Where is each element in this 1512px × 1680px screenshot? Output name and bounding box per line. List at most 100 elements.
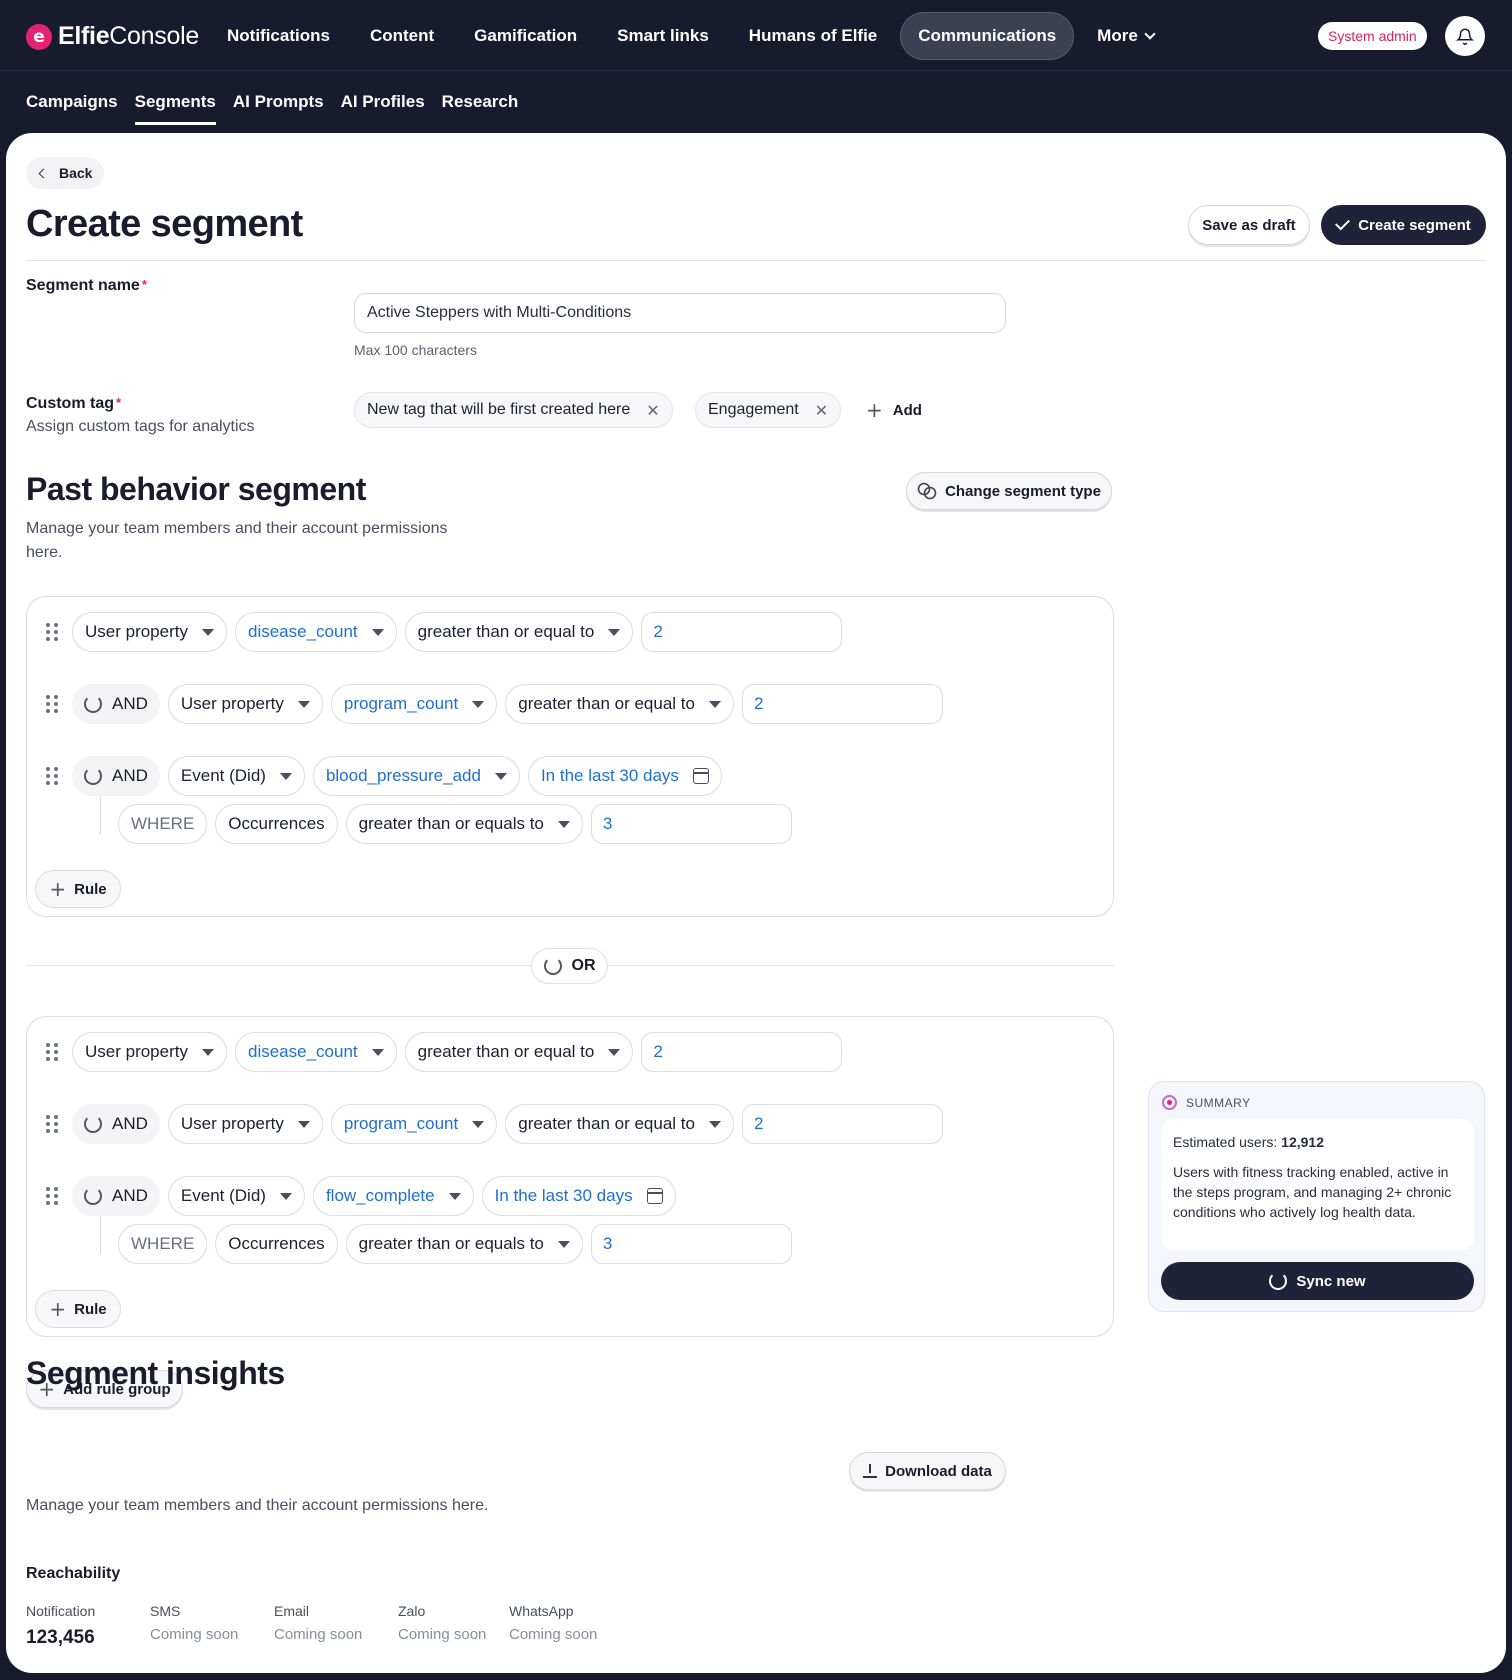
where-row: WHERE Occurrences greater than or equals…	[118, 804, 792, 844]
summary-heading: SUMMARY	[1186, 1095, 1251, 1110]
operator-select[interactable]: greater than or equal to	[404, 612, 634, 652]
drag-handle-icon[interactable]	[40, 1043, 64, 1061]
sync-new-button[interactable]: Sync new	[1161, 1262, 1474, 1300]
where-field-select[interactable]: Occurrences	[215, 1224, 338, 1264]
caret-down-icon	[297, 700, 310, 708]
where-operator-select[interactable]: greater than or equals to	[345, 1224, 583, 1264]
notifications-button[interactable]	[1445, 16, 1485, 56]
nav-item-more[interactable]: More	[1080, 12, 1171, 60]
rule-type-select[interactable]: User property	[72, 612, 227, 652]
summary-panel: SUMMARY Estimated users: 12,912 Users wi…	[1148, 1081, 1485, 1312]
caret-down-icon	[557, 820, 570, 828]
logic-toggle[interactable]: AND	[72, 756, 160, 796]
tag-label: Engagement	[708, 401, 799, 418]
download-data-button[interactable]: Download data	[849, 1452, 1006, 1490]
tab-segments[interactable]: Segments	[134, 92, 216, 125]
behavior-section-description: Manage your team members and their accou…	[26, 520, 448, 561]
tab-ai-prompts[interactable]: AI Prompts	[233, 92, 324, 125]
logic-toggle[interactable]: AND	[72, 1176, 160, 1216]
drag-handle-icon[interactable]	[40, 767, 64, 785]
operator-select[interactable]: greater than or equal to	[505, 684, 734, 724]
property-select[interactable]: disease_count	[234, 612, 397, 652]
caret-down-icon	[448, 1192, 461, 1200]
tab-campaigns[interactable]: Campaigns	[26, 92, 118, 125]
channel-status: Coming soon	[398, 1626, 487, 1643]
time-range-select[interactable]: In the last 30 days	[527, 756, 722, 796]
nav-item-communications[interactable]: Communications	[900, 12, 1075, 60]
caret-down-icon	[371, 1048, 384, 1056]
add-rule-button[interactable]: + Rule	[35, 1290, 121, 1328]
rule-value-input[interactable]: 2	[741, 1104, 943, 1144]
sync-icon	[1269, 1272, 1288, 1290]
caret-down-icon	[708, 1120, 721, 1128]
create-segment-button[interactable]: Create segment	[1321, 205, 1486, 245]
brand-name-light: Console	[109, 22, 199, 50]
back-button[interactable]: Back	[26, 157, 105, 189]
add-rule-button[interactable]: + Rule	[35, 870, 121, 908]
custom-tag-sublabel: Assign custom tags for analytics	[26, 418, 255, 435]
property-select[interactable]: disease_count	[234, 1032, 397, 1072]
time-range-select[interactable]: In the last 30 days	[481, 1176, 676, 1216]
chevron-down-icon	[1144, 27, 1156, 40]
operator-select[interactable]: greater than or equal to	[505, 1104, 734, 1144]
logic-toggle[interactable]: AND	[72, 684, 160, 724]
switch-logic-icon	[84, 1115, 102, 1133]
event-select[interactable]: blood_pressure_add	[312, 756, 520, 796]
add-tag-label: Add	[892, 401, 922, 419]
summary-body: Estimated users: 12,912 Users with fitne…	[1161, 1119, 1474, 1250]
rule-type-select[interactable]: User property	[167, 1104, 323, 1144]
custom-tag-label: Custom tag *	[26, 395, 122, 412]
brand-logo[interactable]: e ElfieConsole	[26, 22, 199, 51]
add-rule-label: Rule	[74, 1300, 107, 1318]
caret-down-icon	[472, 700, 485, 708]
where-value-input[interactable]: 3	[590, 1224, 792, 1264]
property-select[interactable]: program_count	[330, 1104, 498, 1144]
reachability-label: Reachability	[26, 1565, 121, 1582]
nav-item-humans-of-elfie[interactable]: Humans of Elfie	[732, 12, 894, 60]
segment-name-input[interactable]: Active Steppers with Multi-Conditions	[354, 293, 1006, 333]
top-navigation: e ElfieConsole Notifications Content Gam…	[0, 0, 1512, 71]
summary-text: Users with fitness tracking enabled, act…	[1173, 1164, 1452, 1220]
logic-toggle[interactable]: AND	[72, 1104, 160, 1144]
tag-label: New tag that will be first created here	[367, 401, 631, 418]
switch-logic-icon	[84, 695, 102, 713]
caret-down-icon	[472, 1120, 485, 1128]
drag-handle-icon[interactable]	[40, 623, 64, 641]
ai-sparkle-icon	[1162, 1095, 1177, 1110]
tab-research[interactable]: Research	[442, 92, 519, 125]
where-field-select[interactable]: Occurrences	[215, 804, 338, 844]
remove-tag-icon[interactable]: ✕	[815, 401, 828, 420]
role-badge[interactable]: System admin	[1318, 22, 1427, 50]
drag-handle-icon[interactable]	[40, 695, 64, 713]
plus-icon: +	[49, 1297, 67, 1321]
nav-item-gamification[interactable]: Gamification	[457, 12, 594, 60]
rule-type-select[interactable]: Event (Did)	[167, 756, 305, 796]
add-tag-button[interactable]: + Add	[866, 400, 922, 420]
estimated-users-value: 12,912	[1281, 1134, 1324, 1150]
where-value-input[interactable]: 3	[590, 804, 792, 844]
drag-handle-icon[interactable]	[40, 1187, 64, 1205]
where-operator-select[interactable]: greater than or equals to	[345, 804, 583, 844]
rule-value-input[interactable]: 2	[741, 684, 943, 724]
remove-tag-icon[interactable]: ✕	[646, 401, 659, 420]
property-select[interactable]: program_count	[330, 684, 498, 724]
tab-ai-profiles[interactable]: AI Profiles	[341, 92, 425, 125]
change-segment-type-button[interactable]: Change segment type	[906, 472, 1112, 510]
channel-name: Notification	[26, 1603, 96, 1619]
switch-logic-icon	[84, 1187, 102, 1205]
nav-item-content[interactable]: Content	[353, 12, 451, 60]
rule-type-select[interactable]: User property	[72, 1032, 227, 1072]
save-draft-button[interactable]: Save as draft	[1188, 205, 1310, 245]
rule-type-select[interactable]: User property	[167, 684, 323, 724]
main-content: Back Create segment Save as draft Create…	[6, 133, 1506, 1673]
calendar-icon	[692, 768, 709, 784]
nav-item-smart-links[interactable]: Smart links	[600, 12, 726, 60]
drag-handle-icon[interactable]	[40, 1115, 64, 1133]
group-logic-toggle[interactable]: OR	[531, 948, 608, 984]
rule-type-select[interactable]: Event (Did)	[167, 1176, 305, 1216]
event-select[interactable]: flow_complete	[312, 1176, 474, 1216]
rule-value-input[interactable]: 2	[641, 1032, 843, 1072]
nav-item-notifications[interactable]: Notifications	[210, 12, 347, 60]
rule-value-input[interactable]: 2	[641, 612, 843, 652]
operator-select[interactable]: greater than or equal to	[404, 1032, 634, 1072]
